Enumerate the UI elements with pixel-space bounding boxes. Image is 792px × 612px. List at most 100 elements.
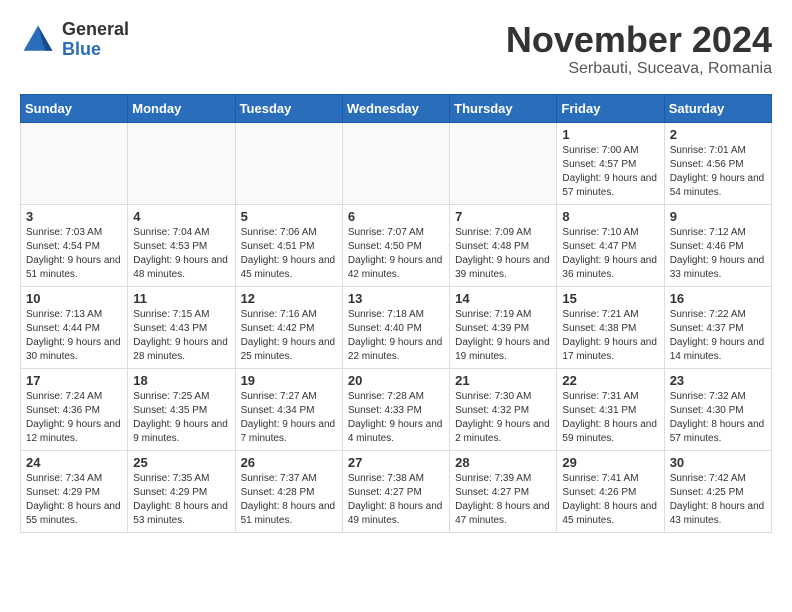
day-number: 10 bbox=[26, 291, 122, 306]
weekday-header-wednesday: Wednesday bbox=[342, 94, 449, 122]
day-number: 19 bbox=[241, 373, 337, 388]
day-info: Sunrise: 7:39 AMSunset: 4:27 PMDaylight:… bbox=[455, 472, 551, 528]
calendar-cell: 12 Sunrise: 7:16 AMSunset: 4:42 PMDaylig… bbox=[235, 286, 342, 368]
day-info: Sunrise: 7:00 AMSunset: 4:57 PMDaylight:… bbox=[562, 144, 658, 200]
calendar-cell: 11 Sunrise: 7:15 AMSunset: 4:43 PMDaylig… bbox=[128, 286, 235, 368]
day-info: Sunrise: 7:37 AMSunset: 4:28 PMDaylight:… bbox=[241, 472, 337, 528]
calendar-cell: 2 Sunrise: 7:01 AMSunset: 4:56 PMDayligh… bbox=[664, 122, 771, 204]
day-number: 16 bbox=[670, 291, 766, 306]
calendar-cell bbox=[128, 122, 235, 204]
calendar-cell: 25 Sunrise: 7:35 AMSunset: 4:29 PMDaylig… bbox=[128, 450, 235, 532]
day-number: 15 bbox=[562, 291, 658, 306]
day-number: 25 bbox=[133, 455, 229, 470]
day-number: 22 bbox=[562, 373, 658, 388]
calendar-cell: 28 Sunrise: 7:39 AMSunset: 4:27 PMDaylig… bbox=[450, 450, 557, 532]
day-number: 23 bbox=[670, 373, 766, 388]
calendar-cell bbox=[342, 122, 449, 204]
calendar-cell: 19 Sunrise: 7:27 AMSunset: 4:34 PMDaylig… bbox=[235, 368, 342, 450]
logo-general-text: General bbox=[62, 20, 129, 40]
calendar-cell bbox=[450, 122, 557, 204]
calendar-cell: 22 Sunrise: 7:31 AMSunset: 4:31 PMDaylig… bbox=[557, 368, 664, 450]
month-title: November 2024 bbox=[506, 20, 772, 60]
day-number: 6 bbox=[348, 209, 444, 224]
logo-text: General Blue bbox=[62, 20, 129, 60]
day-info: Sunrise: 7:16 AMSunset: 4:42 PMDaylight:… bbox=[241, 308, 337, 364]
day-number: 17 bbox=[26, 373, 122, 388]
day-info: Sunrise: 7:12 AMSunset: 4:46 PMDaylight:… bbox=[670, 226, 766, 282]
calendar-cell: 9 Sunrise: 7:12 AMSunset: 4:46 PMDayligh… bbox=[664, 204, 771, 286]
weekday-header-thursday: Thursday bbox=[450, 94, 557, 122]
calendar-cell: 29 Sunrise: 7:41 AMSunset: 4:26 PMDaylig… bbox=[557, 450, 664, 532]
day-info: Sunrise: 7:32 AMSunset: 4:30 PMDaylight:… bbox=[670, 390, 766, 446]
day-number: 14 bbox=[455, 291, 551, 306]
calendar-cell: 20 Sunrise: 7:28 AMSunset: 4:33 PMDaylig… bbox=[342, 368, 449, 450]
day-info: Sunrise: 7:13 AMSunset: 4:44 PMDaylight:… bbox=[26, 308, 122, 364]
day-info: Sunrise: 7:38 AMSunset: 4:27 PMDaylight:… bbox=[348, 472, 444, 528]
day-info: Sunrise: 7:15 AMSunset: 4:43 PMDaylight:… bbox=[133, 308, 229, 364]
calendar-cell bbox=[21, 122, 128, 204]
calendar-cell: 6 Sunrise: 7:07 AMSunset: 4:50 PMDayligh… bbox=[342, 204, 449, 286]
calendar-cell: 5 Sunrise: 7:06 AMSunset: 4:51 PMDayligh… bbox=[235, 204, 342, 286]
day-info: Sunrise: 7:31 AMSunset: 4:31 PMDaylight:… bbox=[562, 390, 658, 446]
weekday-header-saturday: Saturday bbox=[664, 94, 771, 122]
calendar-cell: 17 Sunrise: 7:24 AMSunset: 4:36 PMDaylig… bbox=[21, 368, 128, 450]
weekday-header-friday: Friday bbox=[557, 94, 664, 122]
calendar-cell: 8 Sunrise: 7:10 AMSunset: 4:47 PMDayligh… bbox=[557, 204, 664, 286]
calendar-cell: 1 Sunrise: 7:00 AMSunset: 4:57 PMDayligh… bbox=[557, 122, 664, 204]
day-info: Sunrise: 7:21 AMSunset: 4:38 PMDaylight:… bbox=[562, 308, 658, 364]
day-info: Sunrise: 7:09 AMSunset: 4:48 PMDaylight:… bbox=[455, 226, 551, 282]
day-number: 2 bbox=[670, 127, 766, 142]
calendar-cell: 16 Sunrise: 7:22 AMSunset: 4:37 PMDaylig… bbox=[664, 286, 771, 368]
day-number: 11 bbox=[133, 291, 229, 306]
logo-icon bbox=[20, 22, 56, 58]
calendar-week-row-5: 24 Sunrise: 7:34 AMSunset: 4:29 PMDaylig… bbox=[21, 450, 772, 532]
calendar-week-row-3: 10 Sunrise: 7:13 AMSunset: 4:44 PMDaylig… bbox=[21, 286, 772, 368]
calendar-cell: 4 Sunrise: 7:04 AMSunset: 4:53 PMDayligh… bbox=[128, 204, 235, 286]
day-number: 3 bbox=[26, 209, 122, 224]
day-info: Sunrise: 7:24 AMSunset: 4:36 PMDaylight:… bbox=[26, 390, 122, 446]
day-info: Sunrise: 7:34 AMSunset: 4:29 PMDaylight:… bbox=[26, 472, 122, 528]
logo: General Blue bbox=[20, 20, 129, 60]
day-info: Sunrise: 7:28 AMSunset: 4:33 PMDaylight:… bbox=[348, 390, 444, 446]
calendar-table: SundayMondayTuesdayWednesdayThursdayFrid… bbox=[20, 94, 772, 533]
calendar-cell: 15 Sunrise: 7:21 AMSunset: 4:38 PMDaylig… bbox=[557, 286, 664, 368]
calendar-cell: 24 Sunrise: 7:34 AMSunset: 4:29 PMDaylig… bbox=[21, 450, 128, 532]
day-number: 30 bbox=[670, 455, 766, 470]
day-info: Sunrise: 7:27 AMSunset: 4:34 PMDaylight:… bbox=[241, 390, 337, 446]
calendar-cell: 30 Sunrise: 7:42 AMSunset: 4:25 PMDaylig… bbox=[664, 450, 771, 532]
day-number: 28 bbox=[455, 455, 551, 470]
day-info: Sunrise: 7:30 AMSunset: 4:32 PMDaylight:… bbox=[455, 390, 551, 446]
day-info: Sunrise: 7:35 AMSunset: 4:29 PMDaylight:… bbox=[133, 472, 229, 528]
day-info: Sunrise: 7:10 AMSunset: 4:47 PMDaylight:… bbox=[562, 226, 658, 282]
day-number: 21 bbox=[455, 373, 551, 388]
day-number: 20 bbox=[348, 373, 444, 388]
calendar-cell: 18 Sunrise: 7:25 AMSunset: 4:35 PMDaylig… bbox=[128, 368, 235, 450]
calendar-cell bbox=[235, 122, 342, 204]
weekday-header-tuesday: Tuesday bbox=[235, 94, 342, 122]
calendar-week-row-1: 1 Sunrise: 7:00 AMSunset: 4:57 PMDayligh… bbox=[21, 122, 772, 204]
calendar-cell: 13 Sunrise: 7:18 AMSunset: 4:40 PMDaylig… bbox=[342, 286, 449, 368]
weekday-header-sunday: Sunday bbox=[21, 94, 128, 122]
day-number: 4 bbox=[133, 209, 229, 224]
calendar-cell: 7 Sunrise: 7:09 AMSunset: 4:48 PMDayligh… bbox=[450, 204, 557, 286]
day-number: 24 bbox=[26, 455, 122, 470]
day-number: 8 bbox=[562, 209, 658, 224]
day-number: 13 bbox=[348, 291, 444, 306]
weekday-header-row: SundayMondayTuesdayWednesdayThursdayFrid… bbox=[21, 94, 772, 122]
day-info: Sunrise: 7:04 AMSunset: 4:53 PMDaylight:… bbox=[133, 226, 229, 282]
day-info: Sunrise: 7:18 AMSunset: 4:40 PMDaylight:… bbox=[348, 308, 444, 364]
day-number: 27 bbox=[348, 455, 444, 470]
calendar-cell: 23 Sunrise: 7:32 AMSunset: 4:30 PMDaylig… bbox=[664, 368, 771, 450]
day-info: Sunrise: 7:07 AMSunset: 4:50 PMDaylight:… bbox=[348, 226, 444, 282]
calendar-cell: 26 Sunrise: 7:37 AMSunset: 4:28 PMDaylig… bbox=[235, 450, 342, 532]
title-area: November 2024 Serbauti, Suceava, Romania bbox=[506, 20, 772, 78]
calendar-week-row-4: 17 Sunrise: 7:24 AMSunset: 4:36 PMDaylig… bbox=[21, 368, 772, 450]
day-info: Sunrise: 7:25 AMSunset: 4:35 PMDaylight:… bbox=[133, 390, 229, 446]
day-info: Sunrise: 7:22 AMSunset: 4:37 PMDaylight:… bbox=[670, 308, 766, 364]
day-info: Sunrise: 7:03 AMSunset: 4:54 PMDaylight:… bbox=[26, 226, 122, 282]
day-number: 12 bbox=[241, 291, 337, 306]
day-info: Sunrise: 7:19 AMSunset: 4:39 PMDaylight:… bbox=[455, 308, 551, 364]
day-number: 26 bbox=[241, 455, 337, 470]
calendar-cell: 21 Sunrise: 7:30 AMSunset: 4:32 PMDaylig… bbox=[450, 368, 557, 450]
header: General Blue November 2024 Serbauti, Suc… bbox=[20, 20, 772, 78]
